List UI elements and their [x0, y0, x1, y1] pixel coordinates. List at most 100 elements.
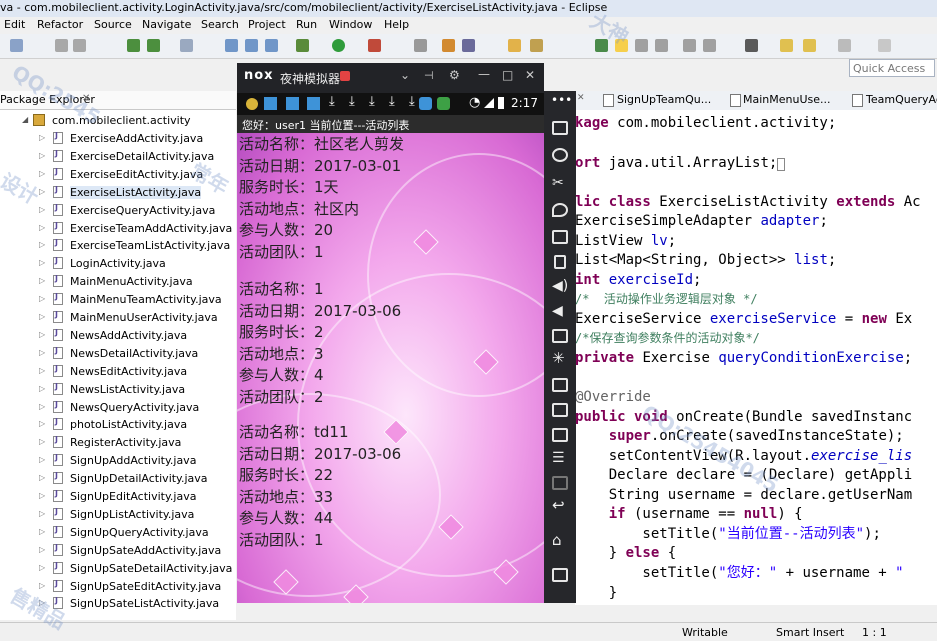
expand-right-icon[interactable]: ▷: [39, 312, 45, 321]
phone-icon[interactable]: [554, 255, 566, 269]
expand-right-icon[interactable]: ▷: [39, 455, 45, 464]
tab-teamquery[interactable]: TeamQueryAc...: [866, 93, 937, 106]
build-icon[interactable]: [127, 39, 140, 52]
last-edit-icon[interactable]: [745, 39, 758, 52]
next-annotation-icon[interactable]: [683, 39, 696, 52]
block-select-icon[interactable]: [655, 39, 668, 52]
debug-icon[interactable]: [296, 39, 309, 52]
open-folder-icon[interactable]: [508, 39, 521, 52]
tree-file-item[interactable]: ▷ MainMenuTeamActivity.java: [0, 291, 236, 309]
menu-navigate[interactable]: Navigate: [142, 18, 191, 31]
android-sdk-icon[interactable]: [147, 39, 160, 52]
alert-icon[interactable]: [340, 71, 350, 81]
tree-file-item[interactable]: ▷ NewsQueryActivity.java: [0, 399, 236, 417]
prev-annotation-icon[interactable]: [703, 39, 716, 52]
volume-down-icon[interactable]: ◀: [552, 303, 563, 319]
expand-right-icon[interactable]: ▷: [39, 151, 45, 160]
shake-icon[interactable]: ✳: [552, 349, 565, 367]
expand-right-icon[interactable]: ▷: [39, 276, 45, 285]
multi-instance-icon[interactable]: [552, 378, 568, 392]
expand-right-icon[interactable]: ▷: [39, 133, 45, 142]
expand-right-icon[interactable]: ▷: [39, 402, 45, 411]
toolbar-icon[interactable]: [552, 121, 568, 135]
home-icon[interactable]: ⌂: [552, 531, 562, 549]
tree-file-item[interactable]: ▷ LoginActivity.java: [0, 255, 236, 273]
tree-file-item[interactable]: ▷ MainMenuActivity.java: [0, 273, 236, 291]
expand-right-icon[interactable]: ▷: [39, 366, 45, 375]
tree-file-item[interactable]: ▷ NewsAddActivity.java: [0, 327, 236, 345]
tree-file-item[interactable]: ▷ photoListActivity.java: [0, 416, 236, 434]
quick-access-input[interactable]: Quick Access: [849, 59, 935, 77]
expand-right-icon[interactable]: ▷: [39, 419, 45, 428]
tree-file-item[interactable]: ▷ RegisterActivity.java: [0, 434, 236, 452]
menu-run[interactable]: Run: [296, 18, 317, 31]
expand-right-icon[interactable]: ▷: [39, 545, 45, 554]
keyboard-icon[interactable]: [552, 230, 568, 244]
tree-file-item[interactable]: ▷ SignUpEditActivity.java: [0, 488, 236, 506]
run-icon[interactable]: [332, 39, 345, 52]
expand-right-icon[interactable]: ▷: [39, 491, 45, 500]
open-type-icon[interactable]: [442, 39, 455, 52]
menu-help[interactable]: Help: [384, 18, 409, 31]
menu-source[interactable]: Source: [94, 18, 132, 31]
expand-right-icon[interactable]: ▷: [39, 294, 45, 303]
activity-list[interactable]: 活动名称：社区老人剪发 活动日期：2017-03-01 服务时长：1天 活动地点：社区…: [237, 133, 544, 603]
expand-right-icon[interactable]: ▷: [39, 581, 45, 590]
checkbox-icon[interactable]: [180, 39, 193, 52]
tree-file-item[interactable]: ▷ SignUpSateDetailActivity.java: [0, 560, 236, 578]
tree-file-item[interactable]: ▷ ExerciseAddActivity.java: [0, 130, 236, 148]
menu-icon[interactable]: ☰: [552, 450, 565, 466]
package-node[interactable]: ◢ com.mobileclient.activity: [0, 112, 236, 130]
tree-file-item[interactable]: ▷ SignUpAddActivity.java: [0, 452, 236, 470]
tree-file-item[interactable]: ▷ SignUpDetailActivity.java: [0, 470, 236, 488]
menu-search[interactable]: Search: [201, 18, 239, 31]
tree-file-item[interactable]: ▷ NewsEditActivity.java: [0, 363, 236, 381]
external-tools-icon[interactable]: [368, 39, 381, 52]
expand-right-icon[interactable]: ▷: [39, 437, 45, 446]
tab-mainmenuuser[interactable]: MainMenuUse...: [743, 93, 831, 106]
open-task-icon[interactable]: [462, 39, 475, 52]
lint-icon[interactable]: [245, 39, 258, 52]
perspective-switch-icon[interactable]: [878, 39, 891, 52]
screenshot-icon[interactable]: [552, 148, 568, 162]
device-icon[interactable]: [225, 39, 238, 52]
tree-file-item[interactable]: ▷ SignUpListActivity.java: [0, 506, 236, 524]
code-editor[interactable]: kage com.mobileclient.activity; ort java…: [575, 110, 937, 605]
close-icon[interactable]: ✕: [525, 68, 535, 82]
install-apk-icon[interactable]: [552, 329, 568, 343]
tree-file-item[interactable]: ▷ ExerciseTeamListActivity.java: [0, 237, 236, 255]
expand-right-icon[interactable]: ▷: [39, 509, 45, 518]
tree-file-item[interactable]: ▷ ExerciseQueryActivity.java: [0, 202, 236, 220]
forward-icon[interactable]: [838, 39, 851, 52]
more-icon[interactable]: •••: [551, 93, 572, 107]
expand-right-icon[interactable]: ▷: [39, 205, 45, 214]
pin-icon[interactable]: [414, 39, 427, 52]
menu-refactor[interactable]: Refactor: [37, 18, 83, 31]
expand-right-icon[interactable]: ▷: [39, 240, 45, 249]
tree-file-item[interactable]: ▷ NewsDetailActivity.java: [0, 345, 236, 363]
expand-right-icon[interactable]: ▷: [39, 473, 45, 482]
layout-icon[interactable]: [265, 39, 278, 52]
new-icon[interactable]: [10, 39, 23, 52]
expand-right-icon[interactable]: ▷: [39, 527, 45, 536]
tree-file-item[interactable]: ▷ NewsListActivity.java: [0, 381, 236, 399]
save-icon[interactable]: [55, 39, 68, 52]
expand-right-icon[interactable]: ▷: [39, 223, 45, 232]
menu-edit[interactable]: Edit: [4, 18, 25, 31]
record-icon[interactable]: [552, 428, 568, 442]
tree-file-item[interactable]: ▷ MainMenuUserActivity.java: [0, 309, 236, 327]
gear-icon[interactable]: ⚙: [449, 68, 460, 82]
back-icon[interactable]: [780, 39, 793, 52]
expand-right-icon[interactable]: ▷: [39, 348, 45, 357]
recent-apps-icon[interactable]: [552, 568, 568, 582]
forward-arrow-icon[interactable]: [803, 39, 816, 52]
brush-icon[interactable]: [530, 39, 543, 52]
menu-window[interactable]: Window: [329, 18, 372, 31]
expand-right-icon[interactable]: ▷: [39, 258, 45, 267]
scissors-icon[interactable]: ✂: [552, 175, 564, 191]
tree-file-item[interactable]: ▷ SignUpQueryActivity.java: [0, 524, 236, 542]
menu-project[interactable]: Project: [248, 18, 286, 31]
expand-down-icon[interactable]: ◢: [22, 115, 28, 124]
close-icon[interactable]: ✕: [577, 93, 585, 103]
maximize-icon[interactable]: □: [502, 68, 513, 82]
